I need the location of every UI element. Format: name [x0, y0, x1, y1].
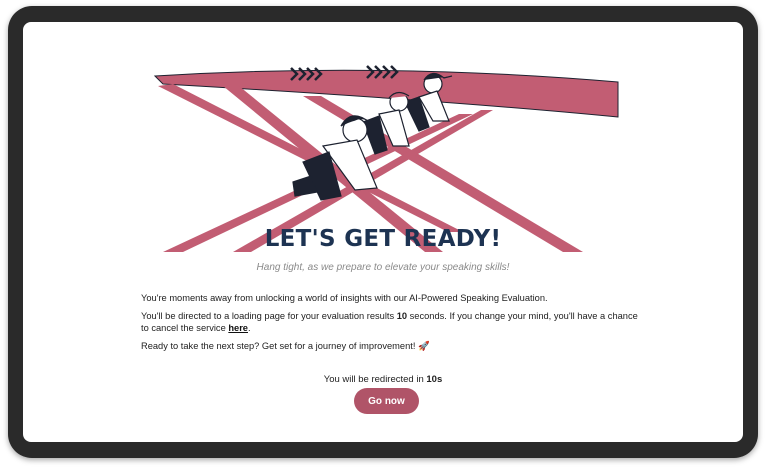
runner-middle [362, 91, 410, 155]
device-frame: LET'S GET READY! Hang tight, as we prepa… [8, 6, 758, 458]
hero-illustration [153, 65, 619, 252]
page-title: LET'S GET READY! [264, 226, 502, 252]
screen: LET'S GET READY! Hang tight, as we prepa… [23, 22, 743, 442]
paragraph-2-suffix: . [247, 323, 251, 333]
redirect-notice: You will be redirected in 10s [23, 374, 743, 385]
intro-paragraph-3: Ready to take the next step? Get set for… [141, 340, 430, 351]
countdown-seconds: 10 [396, 310, 408, 321]
go-now-button[interactable]: Go now [354, 388, 419, 414]
track [153, 69, 619, 252]
redirect-prefix: You will be redirected in [323, 374, 427, 385]
paragraph-2-prefix: You'll be directed to a loading page for… [141, 310, 397, 321]
intro-paragraph-1: You're moments away from unlocking a wor… [141, 293, 548, 303]
cancel-service-link[interactable]: here [228, 323, 248, 333]
intro-text: You're moments away from unlocking a wor… [141, 292, 641, 357]
page-subtitle: Hang tight, as we prepare to elevate you… [256, 262, 510, 273]
redirect-countdown: 10s [426, 374, 443, 385]
intro-paragraph-2: You'll be directed to a loading page for… [141, 310, 641, 335]
